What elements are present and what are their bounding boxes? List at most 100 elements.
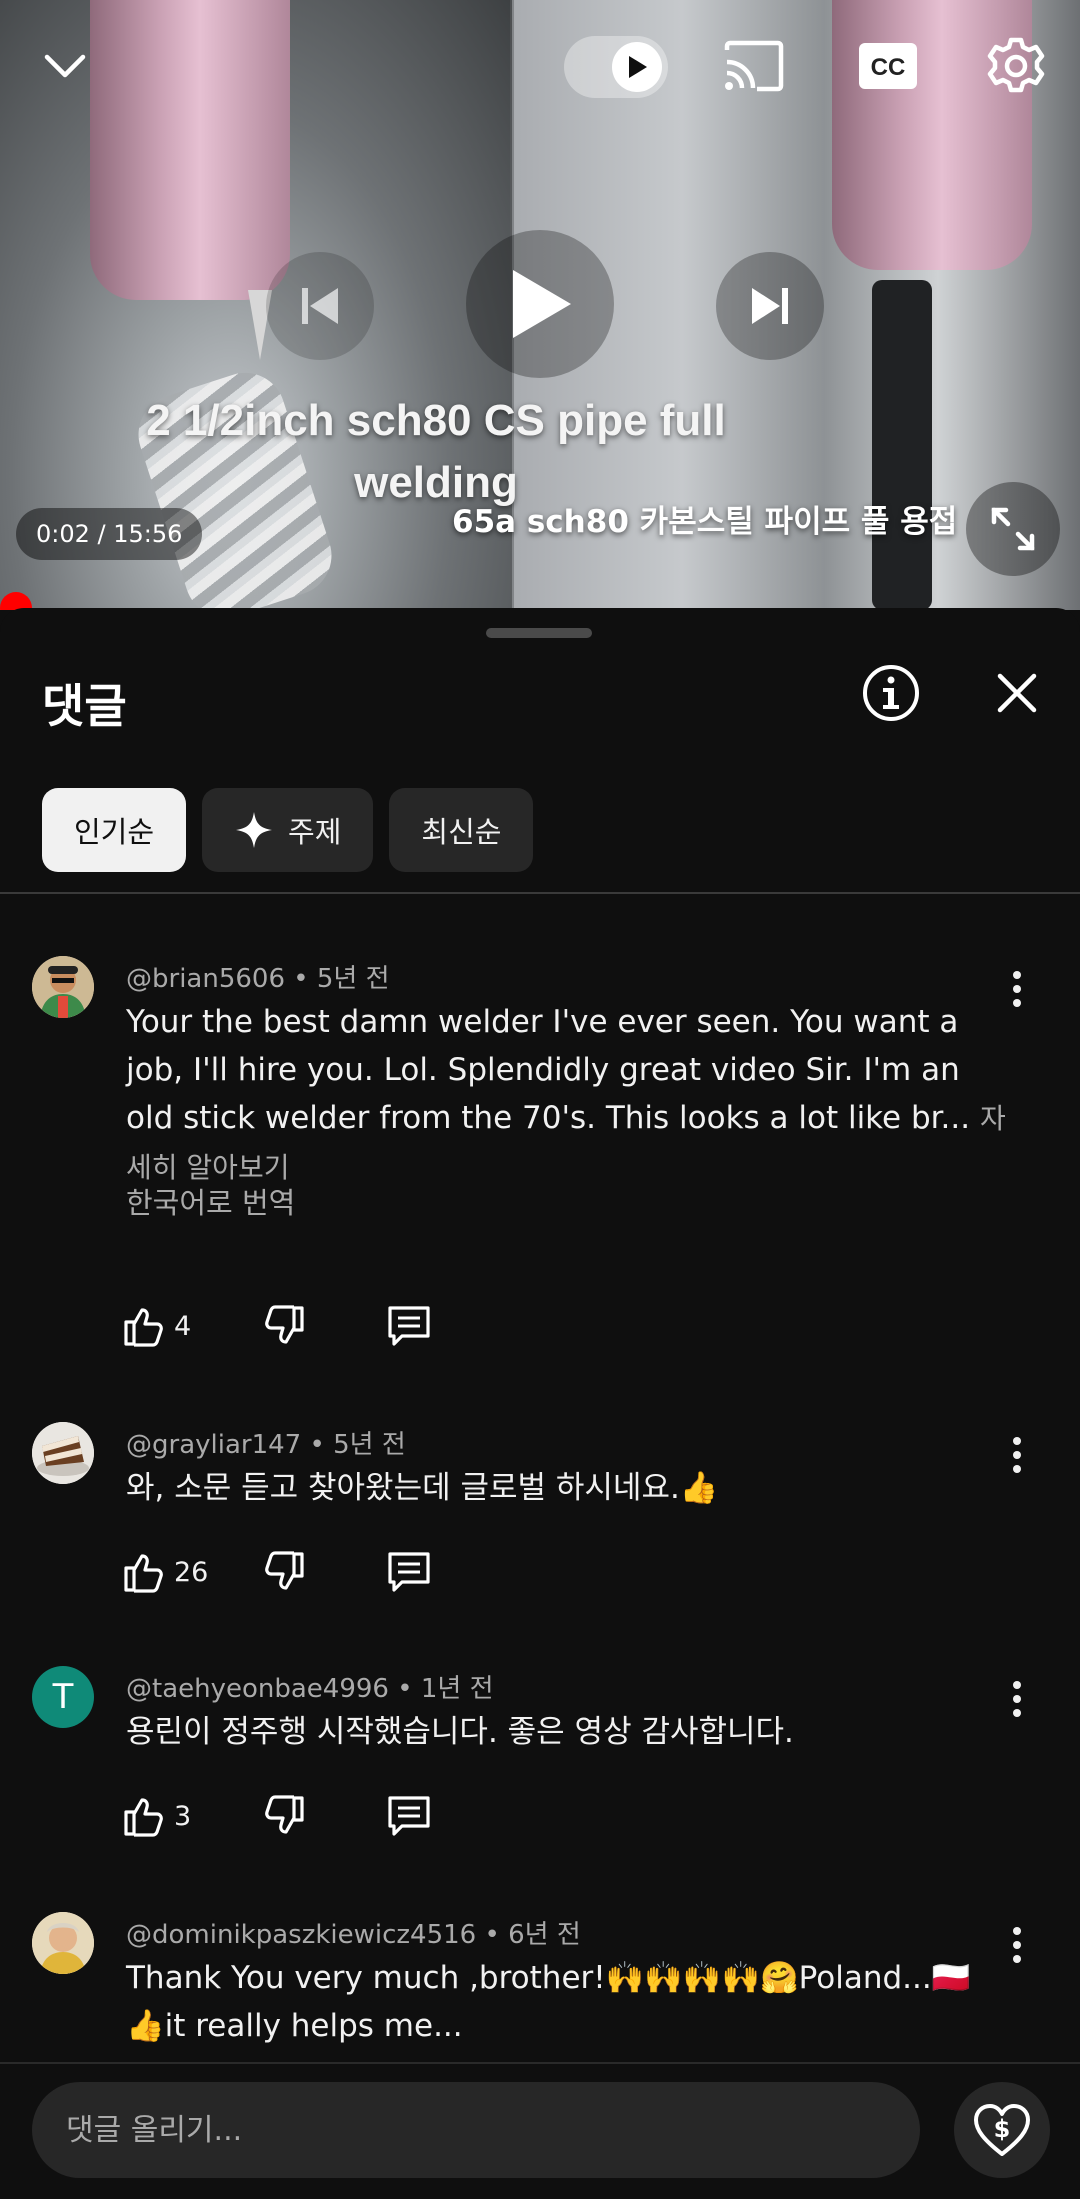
meta-separator: • xyxy=(484,1920,500,1950)
comment-author[interactable]: @dominikpaszkiewicz4516 xyxy=(126,1920,476,1950)
comment-menu-button[interactable] xyxy=(1000,1674,1034,1724)
cast-button[interactable] xyxy=(718,28,790,104)
chip-label: 인기순 xyxy=(74,815,155,849)
comment-meta: @dominikpaszkiewicz4516 • 6년 전 xyxy=(126,1914,581,1951)
gear-icon xyxy=(987,37,1045,93)
divider xyxy=(0,892,1080,894)
previous-button[interactable] xyxy=(266,252,374,360)
cc-icon: CC xyxy=(859,43,917,89)
thumbs-down-icon xyxy=(265,1551,304,1590)
thumbs-up-icon xyxy=(124,1554,163,1593)
chip-newest[interactable]: 최신순 xyxy=(389,788,534,872)
comment-meta: @taehyeonbae4996 • 1년 전 xyxy=(126,1668,494,1705)
comment-text: Your the best damn welder I've ever seen… xyxy=(126,998,1006,1192)
panel-title: 댓글 xyxy=(42,679,127,733)
comment-time: 5년 전 xyxy=(316,964,390,994)
comment-text: 와, 소문 듣고 찾아왔는데 글로벌 하시네요.👍 xyxy=(126,1470,719,1506)
avatar[interactable] xyxy=(32,1422,94,1484)
comment-author[interactable]: @taehyeonbae4996 xyxy=(126,1674,389,1704)
comment-input[interactable] xyxy=(32,2082,920,2178)
comments-panel: 댓글 인기순 주제 최신순 @brian5606 • 5년 전 Your the… xyxy=(0,608,1080,2199)
comment-author[interactable]: @grayliar147 xyxy=(126,1430,301,1460)
reply-icon xyxy=(388,1552,430,1592)
comment-text: Thank You very much ,brother!🙌🙌🙌🙌🤗Poland… xyxy=(126,1960,971,2044)
comment-time: 6년 전 xyxy=(508,1920,581,1950)
like-count: 4 xyxy=(174,1310,192,1342)
like-button[interactable]: 3 xyxy=(122,1788,214,1844)
info-icon xyxy=(863,665,919,721)
settings-button[interactable] xyxy=(976,28,1056,104)
reply-button[interactable] xyxy=(386,1788,432,1844)
svg-text:$: $ xyxy=(994,2115,1011,2143)
comment-time: 5년 전 xyxy=(333,1430,406,1460)
reply-button[interactable] xyxy=(386,1298,432,1354)
comment-actions: 3 xyxy=(122,1788,432,1844)
sort-chips: 인기순 주제 최신순 xyxy=(42,788,534,872)
torch-nozzle xyxy=(90,0,290,300)
meta-separator: • xyxy=(397,1674,413,1704)
chip-top[interactable]: 인기순 xyxy=(42,788,187,872)
comment-author[interactable]: @brian5606 xyxy=(126,964,285,994)
avatar[interactable]: T xyxy=(32,1666,94,1728)
chip-label: 최신순 xyxy=(421,815,502,849)
close-button[interactable] xyxy=(984,660,1050,726)
like-count: 26 xyxy=(174,1556,209,1588)
comment-menu-button[interactable] xyxy=(1000,1430,1034,1480)
video-player[interactable]: CC 2 1/2inch sch80 CS pipe full welding … xyxy=(0,0,1080,610)
comment-body: Your the best damn welder I've ever seen… xyxy=(126,1004,971,1136)
reply-button[interactable] xyxy=(386,1544,432,1600)
meta-separator: • xyxy=(309,1430,325,1460)
chip-label: 주제 xyxy=(288,815,342,849)
avatar[interactable] xyxy=(32,1912,94,1974)
thumbs-up-icon xyxy=(124,1798,163,1837)
weld-gap xyxy=(872,280,932,610)
captions-button[interactable]: CC xyxy=(852,28,924,104)
thumbs-down-icon xyxy=(265,1795,304,1834)
super-thanks-button[interactable]: $ xyxy=(954,2082,1050,2178)
comment-text: 용린이 정주행 시작했습니다. 좋은 영상 감사합니다. xyxy=(126,1714,794,1750)
translate-link[interactable]: 한국어로 번역 xyxy=(126,1180,295,1222)
sparkle-icon xyxy=(236,812,273,848)
avatar-image xyxy=(32,1912,94,1974)
next-button[interactable] xyxy=(716,252,824,360)
heart-dollar-icon: $ xyxy=(974,2104,1030,2156)
dislike-button[interactable] xyxy=(262,1544,306,1600)
autoplay-toggle[interactable] xyxy=(564,36,668,98)
avatar-letter: T xyxy=(52,1677,74,1717)
cast-icon xyxy=(724,40,784,92)
like-button[interactable]: 4 xyxy=(122,1298,214,1354)
drag-handle[interactable] xyxy=(486,628,592,638)
comment-menu-button[interactable] xyxy=(1000,964,1034,1014)
dislike-button[interactable] xyxy=(262,1298,306,1354)
previous-icon xyxy=(302,288,338,324)
next-icon xyxy=(752,288,788,324)
comment-time: 1년 전 xyxy=(420,1674,494,1704)
comment-actions: 4 xyxy=(122,1298,432,1354)
fullscreen-icon xyxy=(991,507,1035,551)
like-count: 3 xyxy=(174,1800,192,1832)
play-icon xyxy=(513,270,571,338)
dislike-button[interactable] xyxy=(262,1788,306,1844)
chevron-down-icon xyxy=(44,54,86,78)
reply-icon xyxy=(388,1796,430,1836)
comment-menu-button[interactable] xyxy=(1000,1920,1034,1970)
comment-meta: @grayliar147 • 5년 전 xyxy=(126,1424,406,1461)
info-button[interactable] xyxy=(858,660,924,726)
close-icon xyxy=(997,673,1037,713)
comment-actions: 26 xyxy=(122,1544,432,1600)
thumbs-down-icon xyxy=(265,1305,304,1344)
avatar[interactable] xyxy=(32,956,94,1018)
autoplay-toggle-icon xyxy=(612,42,662,92)
play-button[interactable] xyxy=(466,230,614,378)
fullscreen-button[interactable] xyxy=(966,482,1060,576)
chip-topics[interactable]: 주제 xyxy=(202,788,374,872)
avatar-image xyxy=(32,1422,94,1484)
comment-input-bar: $ xyxy=(0,2062,1080,2199)
comment-meta: @brian5606 • 5년 전 xyxy=(126,958,390,995)
thumbs-up-icon xyxy=(124,1308,163,1347)
time-display: 0:02 / 15:56 xyxy=(16,508,203,560)
meta-separator: • xyxy=(293,964,309,994)
like-button[interactable]: 26 xyxy=(122,1544,214,1600)
reply-icon xyxy=(388,1306,430,1346)
collapse-button[interactable] xyxy=(30,28,100,104)
